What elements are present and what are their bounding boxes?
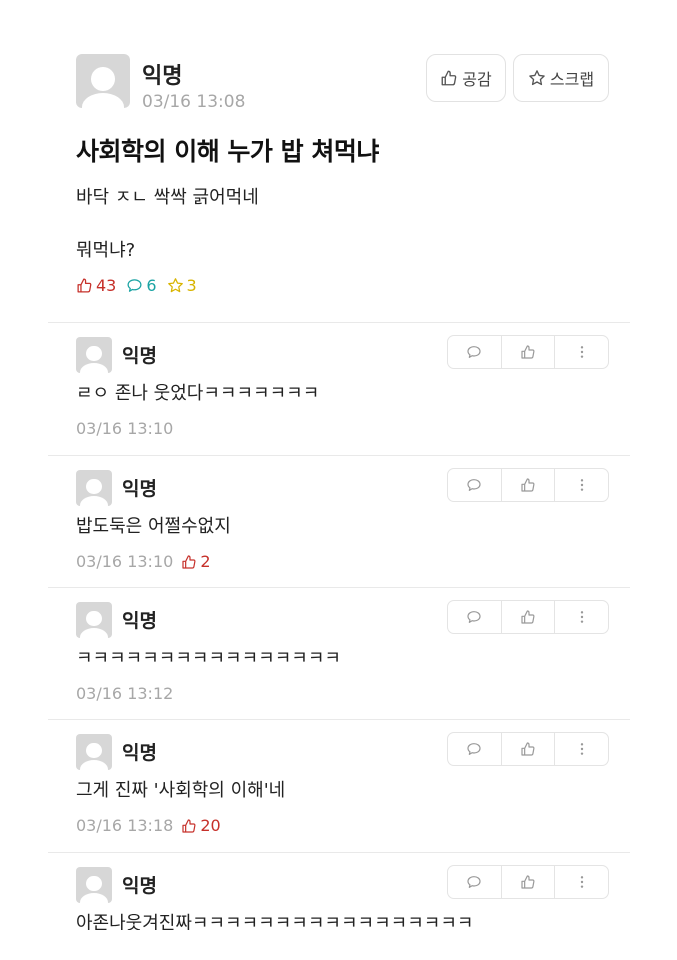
comment-actions [447,335,609,369]
thumbs-up-icon [521,478,535,492]
avatar-icon [76,867,112,903]
thumbs-up-icon [521,610,535,624]
reply-button[interactable] [448,336,502,368]
more-button[interactable] [555,733,608,765]
thumbs-up-icon [521,742,535,756]
like-count: 43 [76,276,116,295]
comment-author: 익명 [122,875,157,897]
post-stats: 43 6 3 [76,276,197,295]
reply-button[interactable] [448,733,502,765]
thumbs-up-icon [182,818,196,833]
app-screen: 익명 03/16 13:08 공감 스크랩 사회학의 이해 누가 밥 쳐먹냐 바… [0,0,677,960]
more-vertical-icon [580,743,583,755]
more-vertical-icon [580,611,583,623]
comment-text: 그게 진짜 '사회학의 이해'네 [76,780,286,801]
comment-meta: 03/16 13:10 [76,419,173,438]
comment-like-button[interactable] [502,601,556,633]
comment-text: ㄹㅇ 존나 웃었다ㅋㅋㅋㅋㅋㅋㅋ [76,383,320,404]
thumbs-up-icon [182,554,196,569]
more-vertical-icon [580,479,583,491]
star-icon [529,70,545,86]
reply-button[interactable] [448,866,502,898]
scrap-count-value: 3 [186,276,197,295]
comment-like-button[interactable] [502,733,556,765]
like-count-value: 43 [96,276,117,295]
scrap-button[interactable]: 스크랩 [513,54,609,102]
comment-vote-value: 20 [200,816,221,835]
more-vertical-icon [580,346,583,358]
comment-text: ㅋㅋㅋㅋㅋㅋㅋㅋㅋㅋㅋㅋㅋㅋㅋㅋ [76,648,341,669]
comment-text: 밥도둑은 어쩔수없지 [76,516,231,537]
comment-time: 03/16 13:10 [76,552,174,571]
comment-text: 아존나웃겨진짜ㅋㅋㅋㅋㅋㅋㅋㅋㅋㅋㅋㅋㅋㅋㅋㅋㅋ [76,913,474,932]
speech-bubble-icon [127,279,142,292]
comment-author: 익명 [122,610,157,632]
reply-button[interactable] [448,469,502,501]
comment-like-button[interactable] [502,336,556,368]
comment-actions [447,732,609,766]
like-button-label: 공감 [462,70,492,89]
thumbs-up-icon [441,70,457,86]
comment-count: 6 [126,276,157,295]
more-button[interactable] [555,601,608,633]
avatar-icon [76,337,112,373]
scrap-button-label: 스크랩 [549,70,595,89]
post-author: 익명 [142,64,183,89]
more-button[interactable] [555,336,608,368]
comment-vote-count: 20 [181,816,221,835]
avatar-icon [76,54,130,108]
screen-edge [0,930,677,960]
comment-meta: 03/16 13:12 [76,684,173,703]
avatar-icon [76,470,112,506]
reply-button[interactable] [448,601,502,633]
post-time: 03/16 13:08 [142,92,246,112]
post-body-line: 바닥 ㅈㄴ 싹싹 긁어먹네 [76,187,259,208]
comment-actions [447,600,609,634]
comment-time: 03/16 13:18 [76,816,174,835]
more-button[interactable] [555,469,608,501]
comment-author: 익명 [122,742,157,764]
avatar-icon [76,734,112,770]
comment-item: 익명 ㅋㅋㅋㅋㅋㅋㅋㅋㅋㅋㅋㅋㅋㅋㅋㅋ 03/16 13:12 [48,587,630,719]
comment-actions [447,865,609,899]
speech-bubble-icon [467,479,481,491]
comment-count-value: 6 [146,276,157,295]
comment-actions [447,468,609,502]
comment-item: 익명 밥도둑은 어쩔수없지 03/16 13:10 2 [48,455,630,587]
thumbs-up-icon [521,345,535,359]
scrap-count: 3 [167,276,197,295]
speech-bubble-icon [467,346,481,358]
more-vertical-icon [580,876,583,888]
speech-bubble-icon [467,743,481,755]
comment-like-button[interactable] [502,866,556,898]
comment-vote-count: 2 [181,552,211,571]
star-icon [167,278,183,293]
post-title: 사회학의 이해 누가 밥 쳐먹냐 [76,137,379,166]
thumbs-up-icon [77,278,92,293]
comment-like-button[interactable] [502,469,556,501]
comment-item: 익명 아존나웃겨진짜ㅋㅋㅋㅋㅋㅋㅋㅋㅋㅋㅋㅋㅋㅋㅋㅋㅋ [48,852,630,932]
comment-meta: 03/16 13:18 20 [76,816,221,835]
comment-item: 익명 ㄹㅇ 존나 웃었다ㅋㅋㅋㅋㅋㅋㅋ 03/16 13:10 [48,322,630,454]
speech-bubble-icon [467,876,481,888]
thumbs-up-icon [521,875,535,889]
more-button[interactable] [555,866,608,898]
comment-time: 03/16 13:12 [76,684,174,703]
post-body-line: 뭐먹냐? [76,240,136,261]
comment-author: 익명 [122,478,157,500]
like-button[interactable]: 공감 [426,54,506,102]
speech-bubble-icon [467,611,481,623]
comment-time: 03/16 13:10 [76,419,174,438]
comment-vote-value: 2 [200,552,211,571]
comment-meta: 03/16 13:10 2 [76,552,211,571]
avatar-icon [76,602,112,638]
comment-author: 익명 [122,345,157,367]
comment-item: 익명 그게 진짜 '사회학의 이해'네 03/16 13:18 20 [48,719,630,851]
